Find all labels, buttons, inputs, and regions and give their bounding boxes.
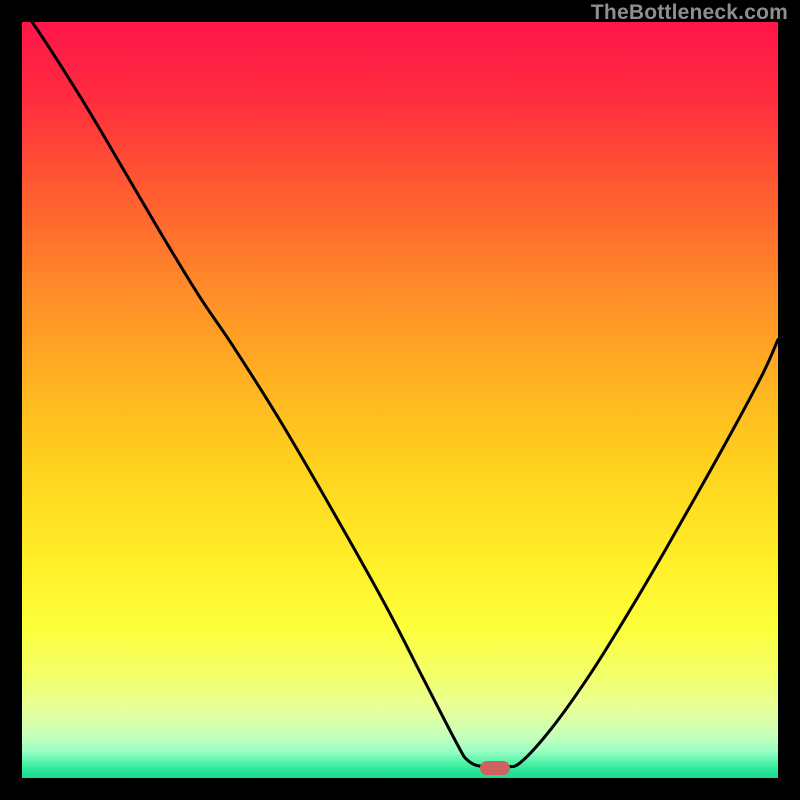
watermark-text: TheBottleneck.com <box>591 1 788 25</box>
bottleneck-curve <box>22 22 778 778</box>
optimum-marker <box>480 761 510 775</box>
plot-area <box>22 22 778 778</box>
chart-frame: TheBottleneck.com <box>0 0 800 800</box>
